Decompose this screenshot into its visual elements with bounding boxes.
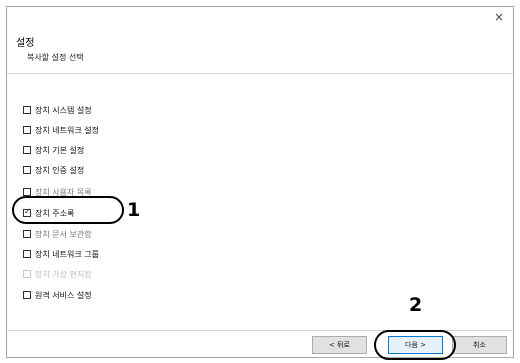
option-label: 원격 서비스 설정	[35, 290, 92, 300]
option-label: 장치 기본 설정	[35, 145, 85, 155]
checkbox[interactable]	[23, 106, 31, 114]
option-device-auth-settings[interactable]: 장치 인증 설정	[23, 163, 84, 177]
title-bar: ×	[7, 7, 513, 29]
checkbox	[23, 270, 31, 278]
option-label: 장치 가상 편지함	[35, 269, 92, 279]
checkbox[interactable]	[23, 230, 31, 238]
checkbox[interactable]	[23, 250, 31, 258]
step-number-2: 2	[409, 294, 423, 316]
option-device-document-box[interactable]: 장치 문서 보관함	[23, 227, 92, 241]
option-device-virtual-mailbox: 장치 가상 편지함	[23, 267, 92, 281]
checkbox[interactable]	[23, 188, 31, 196]
option-remote-service-settings[interactable]: 원격 서비스 설정	[23, 288, 92, 302]
option-device-basic-settings[interactable]: 장치 기본 설정	[23, 143, 84, 157]
callout-circle-2	[374, 330, 456, 360]
option-label: 장치 네트워크 그룹	[35, 249, 99, 259]
cancel-button[interactable]: 취소	[452, 336, 507, 354]
checkbox[interactable]	[23, 146, 31, 154]
header-divider	[7, 73, 513, 74]
page-subtitle: 복사할 설정 선택	[27, 53, 84, 62]
option-label: 장치 인증 설정	[35, 165, 85, 175]
option-device-system-settings[interactable]: 장치 시스템 설정	[23, 103, 92, 117]
option-label: 장치 네트워크 설정	[35, 125, 99, 135]
option-label: 장치 문서 보관함	[35, 229, 92, 239]
checkbox[interactable]	[23, 291, 31, 299]
page-title: 설정	[16, 38, 35, 49]
option-device-network-settings[interactable]: 장치 네트워크 설정	[23, 123, 99, 137]
back-button[interactable]: < 뒤로	[312, 336, 367, 354]
checkbox[interactable]	[23, 166, 31, 174]
checkbox[interactable]	[23, 126, 31, 134]
callout-circle-1	[12, 196, 124, 224]
step-number-1: 1	[127, 199, 141, 221]
close-icon[interactable]: ×	[491, 9, 507, 25]
option-label: 장치 시스템 설정	[35, 105, 92, 115]
option-device-network-group[interactable]: 장치 네트워크 그룹	[23, 247, 99, 261]
settings-dialog: × 설정 복사할 설정 선택 장치 시스템 설정 장치 네트워크 설정 장치 기…	[6, 6, 514, 358]
